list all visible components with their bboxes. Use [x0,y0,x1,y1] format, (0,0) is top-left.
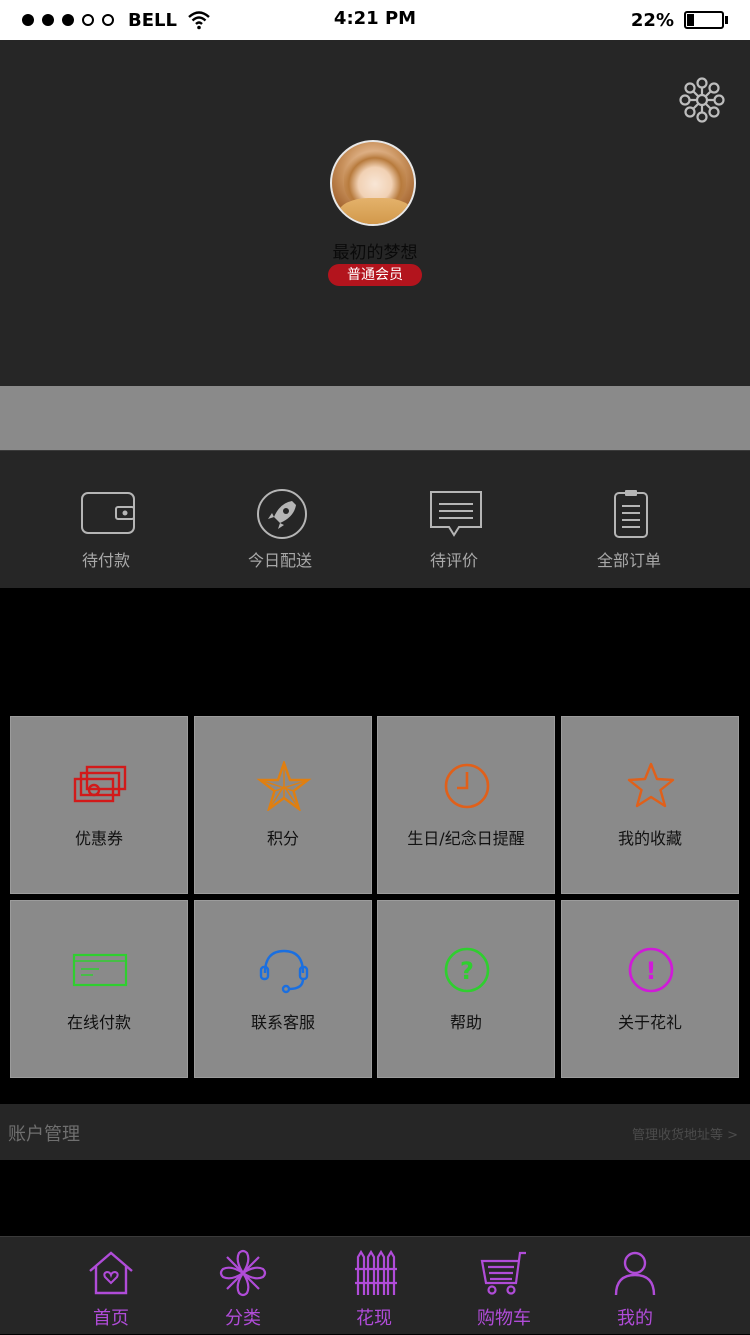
order-label: 今日配送 [247,551,312,570]
avatar[interactable] [330,140,416,226]
order-all[interactable]: 全部订单 [559,451,699,589]
tile-label: 在线付款 [66,1013,131,1032]
settings-gear-icon[interactable] [678,76,726,124]
tile-label: 优惠券 [74,829,123,848]
order-status-bar: 待付款 今日配送 待评价 全部订单 [0,450,750,588]
coupon-icon [73,765,127,803]
points-star-icon [256,761,312,811]
tile-favorites[interactable]: 我的收藏 [561,716,739,894]
tab-label: 我的 [617,1308,653,1329]
tile-label: 联系客服 [250,1013,315,1032]
status-bar: BELL 4:21 PM 22% [0,0,750,40]
tab-discover[interactable]: 花现 [309,1237,439,1335]
order-label: 待评价 [429,551,478,570]
headset-icon [259,949,309,994]
tile-help[interactable]: ? 帮助 [377,900,555,1078]
battery-fill [687,14,695,26]
tile-label: 积分 [266,829,299,848]
profile-header: 最初的梦想 普通会员 [0,40,750,386]
tile-about[interactable]: ! 关于花礼 [561,900,739,1078]
home-icon [89,1251,133,1295]
wallet-icon [81,492,135,534]
comment-icon [430,491,482,537]
service-grid: 优惠券 积分 生日/纪念日提醒 我的收藏 在线付款 联系客服 ? 帮助 ! 关于… [10,716,740,1078]
banner-area [0,386,750,450]
tab-category[interactable]: 分类 [178,1237,308,1335]
tab-label: 购物车 [477,1308,531,1329]
tile-label: 我的收藏 [617,829,682,848]
avatar-scarf [338,198,414,224]
cart-icon [480,1251,526,1295]
tile-points[interactable]: 积分 [194,716,372,894]
tile-label: 帮助 [449,1013,482,1032]
rocket-icon [257,489,307,539]
tile-coupon[interactable]: 优惠券 [10,716,188,894]
battery-icon [684,11,724,29]
tab-label: 首页 [93,1308,129,1329]
tile-label: 生日/纪念日提醒 [407,829,525,848]
svg-text:!: ! [646,957,657,985]
help-icon: ? [444,947,490,993]
order-today-delivery[interactable]: 今日配送 [210,451,350,589]
tab-mine[interactable]: 我的 [570,1237,700,1335]
clock-icon [444,763,490,809]
order-label: 全部订单 [596,551,661,570]
svg-text:?: ? [460,957,474,985]
battery-status: 22% [631,8,728,32]
tile-reminder[interactable]: 生日/纪念日提醒 [377,716,555,894]
order-label: 待付款 [81,551,130,570]
flower-icon [219,1249,267,1297]
battery-percent: 22% [630,9,674,31]
tile-online-payment[interactable]: 在线付款 [10,900,188,1078]
tab-home[interactable]: 首页 [46,1237,176,1335]
tab-label: 分类 [225,1308,261,1329]
battery-cap [725,16,728,24]
tile-label: 关于花礼 [617,1013,682,1032]
order-to-review[interactable]: 待评价 [384,451,524,589]
member-level-badge: 普通会员 [328,264,422,286]
order-pending-payment[interactable]: 待付款 [36,451,176,589]
account-management-row[interactable]: 账户管理 管理收货地址等 > [0,1104,750,1160]
tile-customer-service[interactable]: 联系客服 [194,900,372,1078]
manage-address-link[interactable]: 管理收货地址等 > [632,1124,738,1143]
tab-label: 花现 [356,1308,392,1329]
info-icon: ! [628,947,674,993]
clipboard-icon [614,490,648,538]
favorite-star-icon [627,762,675,808]
bottom-tab-bar: 首页 分类 花现 购物车 我的 [0,1236,750,1334]
card-icon [72,953,128,987]
tab-cart[interactable]: 购物车 [439,1237,569,1335]
user-icon [614,1251,656,1296]
user-nickname: 最初的梦想 [332,243,418,263]
account-management-title: 账户管理 [8,1124,80,1145]
fence-icon [355,1249,397,1295]
